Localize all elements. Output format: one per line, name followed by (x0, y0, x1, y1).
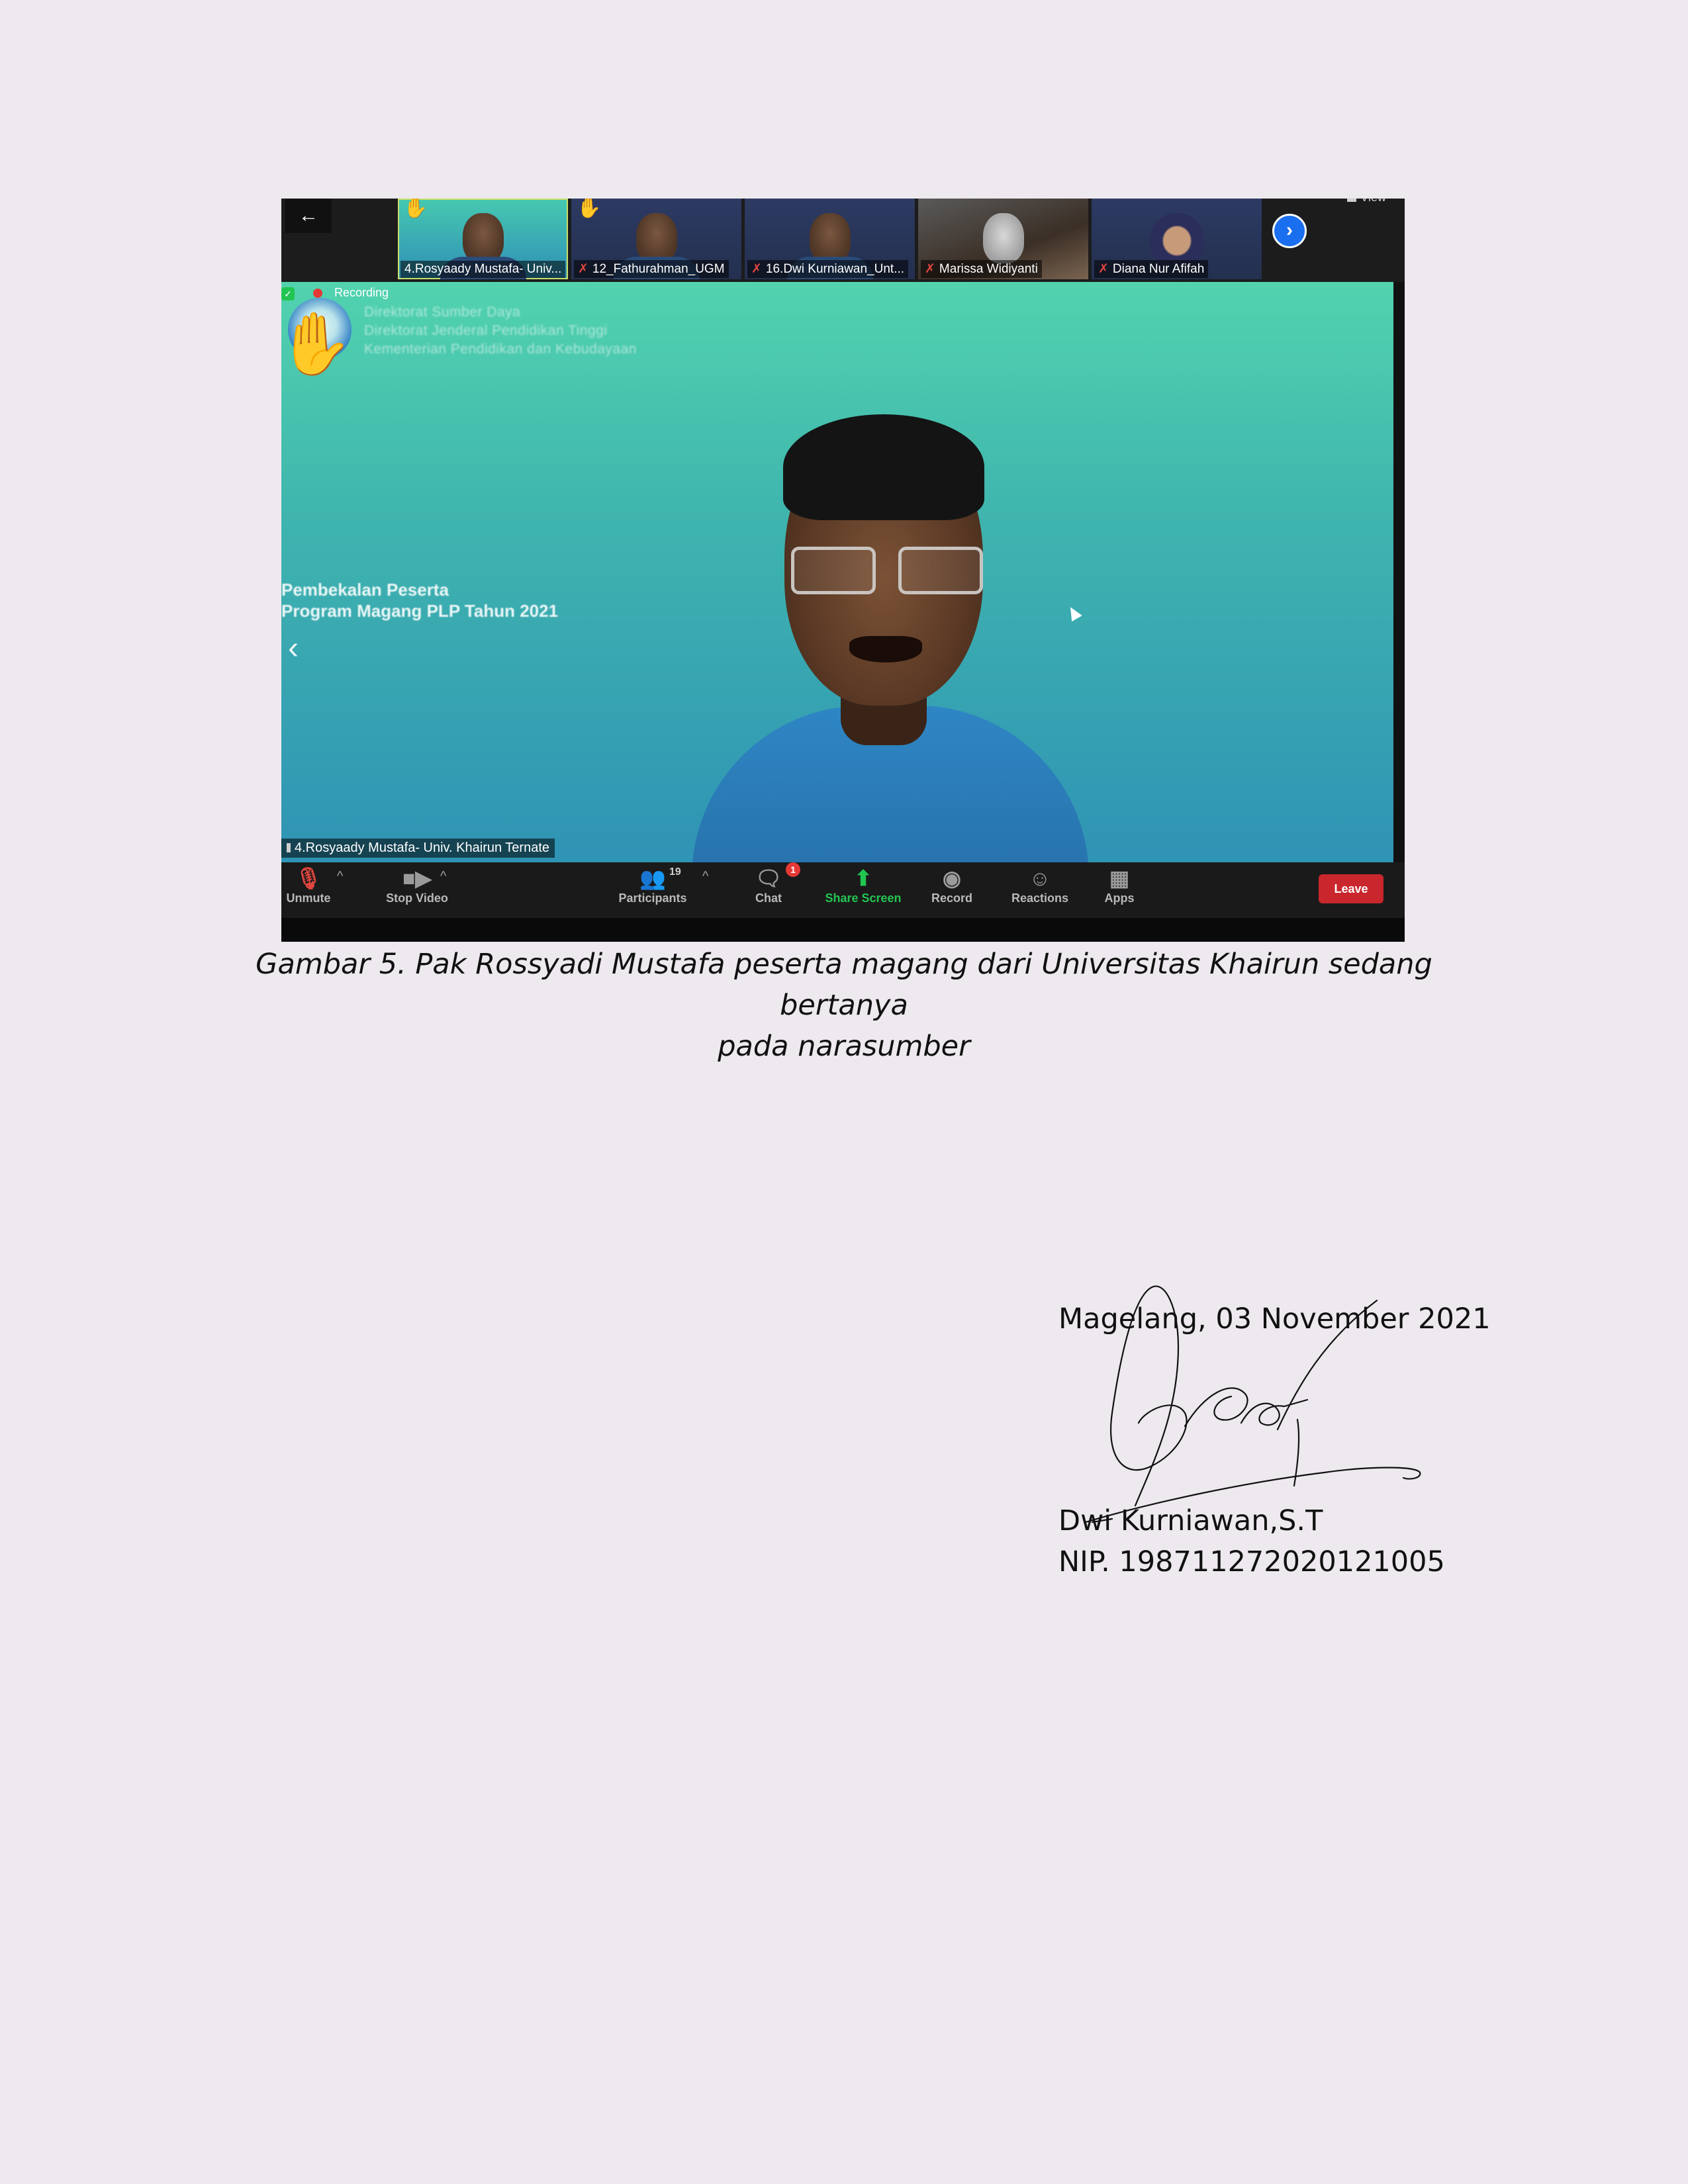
participant-name-label: ✗ Marissa Widiyanti (921, 260, 1042, 278)
mic-icon (287, 843, 291, 852)
slide-header-line: Direktorat Sumber Daya (364, 304, 521, 320)
glasses (791, 547, 983, 594)
back-arrow-icon[interactable]: ← (285, 199, 332, 233)
view-grid-icon (1347, 199, 1357, 202)
previous-page-arrow-icon[interactable]: ‹ (288, 633, 299, 664)
reactions-button[interactable]: ☺ Reactions (1006, 865, 1074, 905)
stop-video-button[interactable]: ■▶ Stop Video (374, 865, 460, 905)
participants-options-caret-icon[interactable]: ^ (702, 869, 708, 884)
participants-button[interactable]: 👥 19 Participants (618, 865, 688, 905)
recording-icon (313, 289, 322, 298)
chat-bubble-icon: 🗨 1 (749, 862, 800, 891)
view-button[interactable]: View (1347, 199, 1386, 205)
mic-muted-icon: ✗ (578, 262, 588, 276)
next-page-arrow-icon[interactable]: › (1272, 214, 1307, 248)
share-screen-button[interactable]: ⬆ Share Screen (819, 865, 908, 905)
chat-unread-badge: 1 (786, 862, 800, 877)
participant-thumbnail[interactable]: ✋ 4.Rosyaady Mustafa- Univ... (398, 199, 568, 279)
apps-button[interactable]: ▦ Apps (1100, 865, 1139, 905)
raised-hand-icon: ✋ (577, 199, 602, 219)
record-icon: ◉ (943, 866, 961, 890)
unmute-button[interactable]: 🎙 Unmute (284, 865, 333, 905)
caption-line: Gambar 5. Pak Rossyadi Mustafa peserta m… (256, 948, 1432, 1022)
signatory-nip: NIP. 198711272020121005 (1058, 1545, 1445, 1578)
participant-thumbnail[interactable]: ✋ ✗ 12_Fathurahman_UGM (571, 199, 741, 279)
mic-muted-icon: ✗ (925, 262, 935, 276)
mic-muted-icon: 🎙 (295, 866, 322, 890)
slide-header-line: Direktorat Jenderal Pendidikan Tinggi (364, 323, 608, 338)
mic-muted-icon: ✗ (1098, 262, 1109, 276)
participant-video (462, 213, 504, 263)
participant-thumbnail[interactable]: ✗ Marissa Widiyanti (918, 199, 1088, 279)
smiley-icon: ☺ (1029, 866, 1051, 890)
mic-muted-icon: ✗ (751, 262, 762, 276)
slide-title-line: Program Magang PLP Tahun 2021 (281, 601, 559, 621)
participant-name-label: ✗ Diana Nur Afifah (1094, 260, 1209, 278)
participant-name-label: ✗ 12_Fathurahman_UGM (574, 260, 729, 278)
place-and-date: Magelang, 03 November 2021 (1058, 1302, 1491, 1336)
active-speaker-video: ✓ Recording ✋ Direktorat Sumber Daya Dir… (281, 282, 1393, 862)
participant-video (809, 213, 851, 263)
meeting-toolbar: 🎙 Unmute ^ ■▶ Stop Video ^ 👥 19 Particip… (281, 862, 1405, 918)
chat-button[interactable]: 🗨 1 Chat (749, 862, 800, 905)
participant-video (982, 213, 1024, 263)
raised-hand-icon: ✋ (281, 310, 353, 378)
speaker-figure (692, 414, 1089, 862)
apps-icon: ▦ (1109, 866, 1130, 890)
audio-options-caret-icon[interactable]: ^ (337, 869, 343, 884)
record-button[interactable]: ◉ Record (929, 865, 975, 905)
participant-video (635, 213, 677, 263)
participant-thumbnail[interactable]: ✗ 16.Dwi Kurniawan_Unt... (745, 199, 915, 279)
recording-label: Recording (334, 286, 389, 299)
share-screen-icon: ⬆ (854, 866, 872, 890)
slide-header-line: Kementerian Pendidikan dan Kebudayaan (364, 341, 637, 357)
participant-name-label: 4.Rosyaady Mustafa- Univ... (400, 261, 566, 278)
video-camera-icon: ■▶ (402, 866, 432, 890)
participant-count: 19 (669, 866, 681, 878)
caption-line: pada narasumber (718, 1030, 970, 1063)
signatory-name: Dwi Kurniawan,S.T (1058, 1504, 1323, 1537)
participant-name-label: ✗ 16.Dwi Kurniawan_Unt... (747, 260, 909, 278)
participant-video (1150, 213, 1203, 263)
participant-thumbnail[interactable]: ✗ Diana Nur Afifah (1092, 199, 1262, 279)
leave-button[interactable]: Leave (1319, 874, 1383, 903)
slide-title-line: Pembekalan Peserta (281, 580, 449, 600)
video-options-caret-icon[interactable]: ^ (440, 869, 446, 884)
speaker-name-tag: 4.Rosyaady Mustafa- Univ. Khairun Ternat… (281, 839, 555, 858)
figure-caption: Gambar 5. Pak Rossyadi Mustafa peserta m… (199, 944, 1489, 1067)
zoom-meeting-screenshot: ← View ✋ 4.Rosyaady Mustafa- Univ... ✋ ✗… (281, 199, 1405, 942)
raised-hand-icon: ✋ (403, 199, 428, 219)
security-check-icon: ✓ (281, 287, 295, 300)
